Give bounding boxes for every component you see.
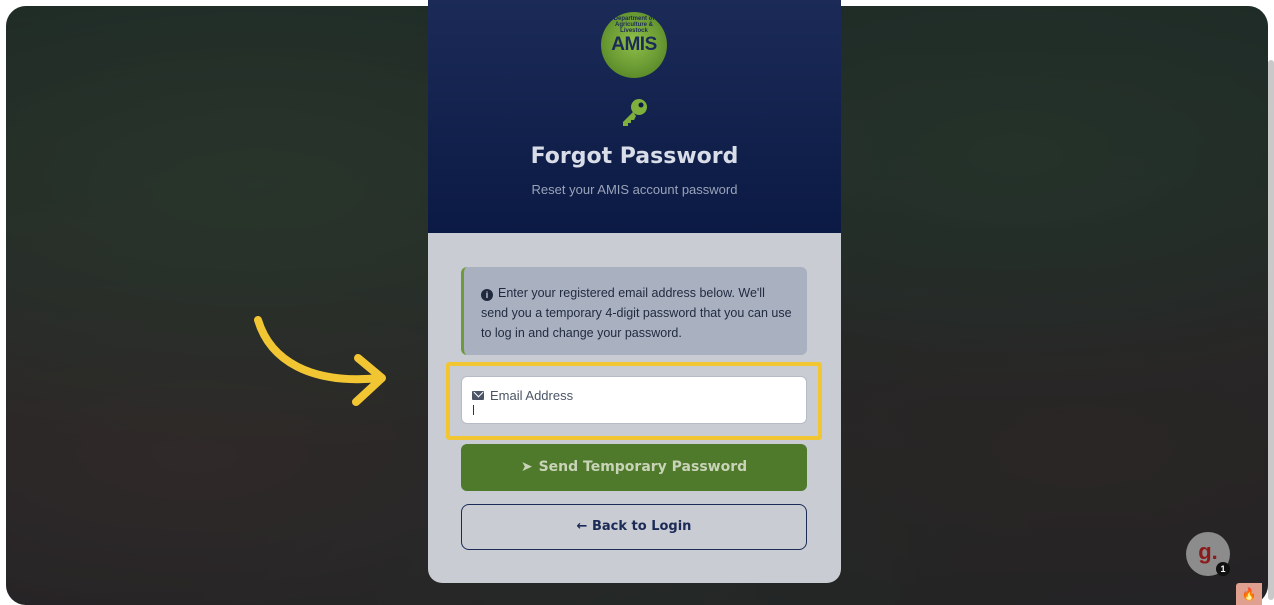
paper-plane-icon: ➤ — [520, 459, 533, 475]
chat-widget-button[interactable]: g. 1 — [1186, 532, 1230, 576]
envelope-icon — [472, 391, 484, 400]
back-button-label: ← Back to Login — [576, 519, 692, 534]
email-input[interactable] — [472, 405, 792, 419]
email-label: Email Address — [472, 388, 573, 403]
back-to-login-button[interactable]: ← Back to Login — [461, 504, 807, 550]
logo-ring-text: Department of Agriculture & Livestock — [613, 16, 655, 34]
pointer-arrow-icon — [254, 316, 386, 406]
email-field[interactable]: Email Address — [461, 376, 807, 424]
info-alert: i Enter your registered email address bel… — [461, 267, 807, 355]
amis-logo: Department of Agriculture & Livestock AM… — [601, 12, 667, 78]
flame-icon[interactable]: 🔥 — [1236, 583, 1262, 605]
card-header: Department of Agriculture & Livestock AM… — [428, 0, 841, 233]
email-label-text: Email Address — [490, 388, 574, 403]
forgot-password-card: Department of Agriculture & Livestock AM… — [428, 0, 841, 583]
widget-letter: g. — [1198, 539, 1218, 564]
page-subtitle: Reset your AMIS account password — [531, 182, 738, 197]
info-circle-icon: i — [481, 289, 493, 301]
logo-text: AMIS — [611, 34, 657, 55]
info-text: Enter your registered email address belo… — [481, 286, 792, 340]
page-title: Forgot Password — [530, 144, 739, 169]
page-scrollbar[interactable] — [1268, 60, 1274, 600]
text-caret — [473, 405, 474, 415]
key-icon — [614, 96, 654, 136]
notification-count-badge: 1 — [1216, 562, 1230, 576]
send-temporary-password-button[interactable]: ➤ Send Temporary Password — [461, 444, 807, 491]
send-button-label: Send Temporary Password — [538, 459, 748, 475]
